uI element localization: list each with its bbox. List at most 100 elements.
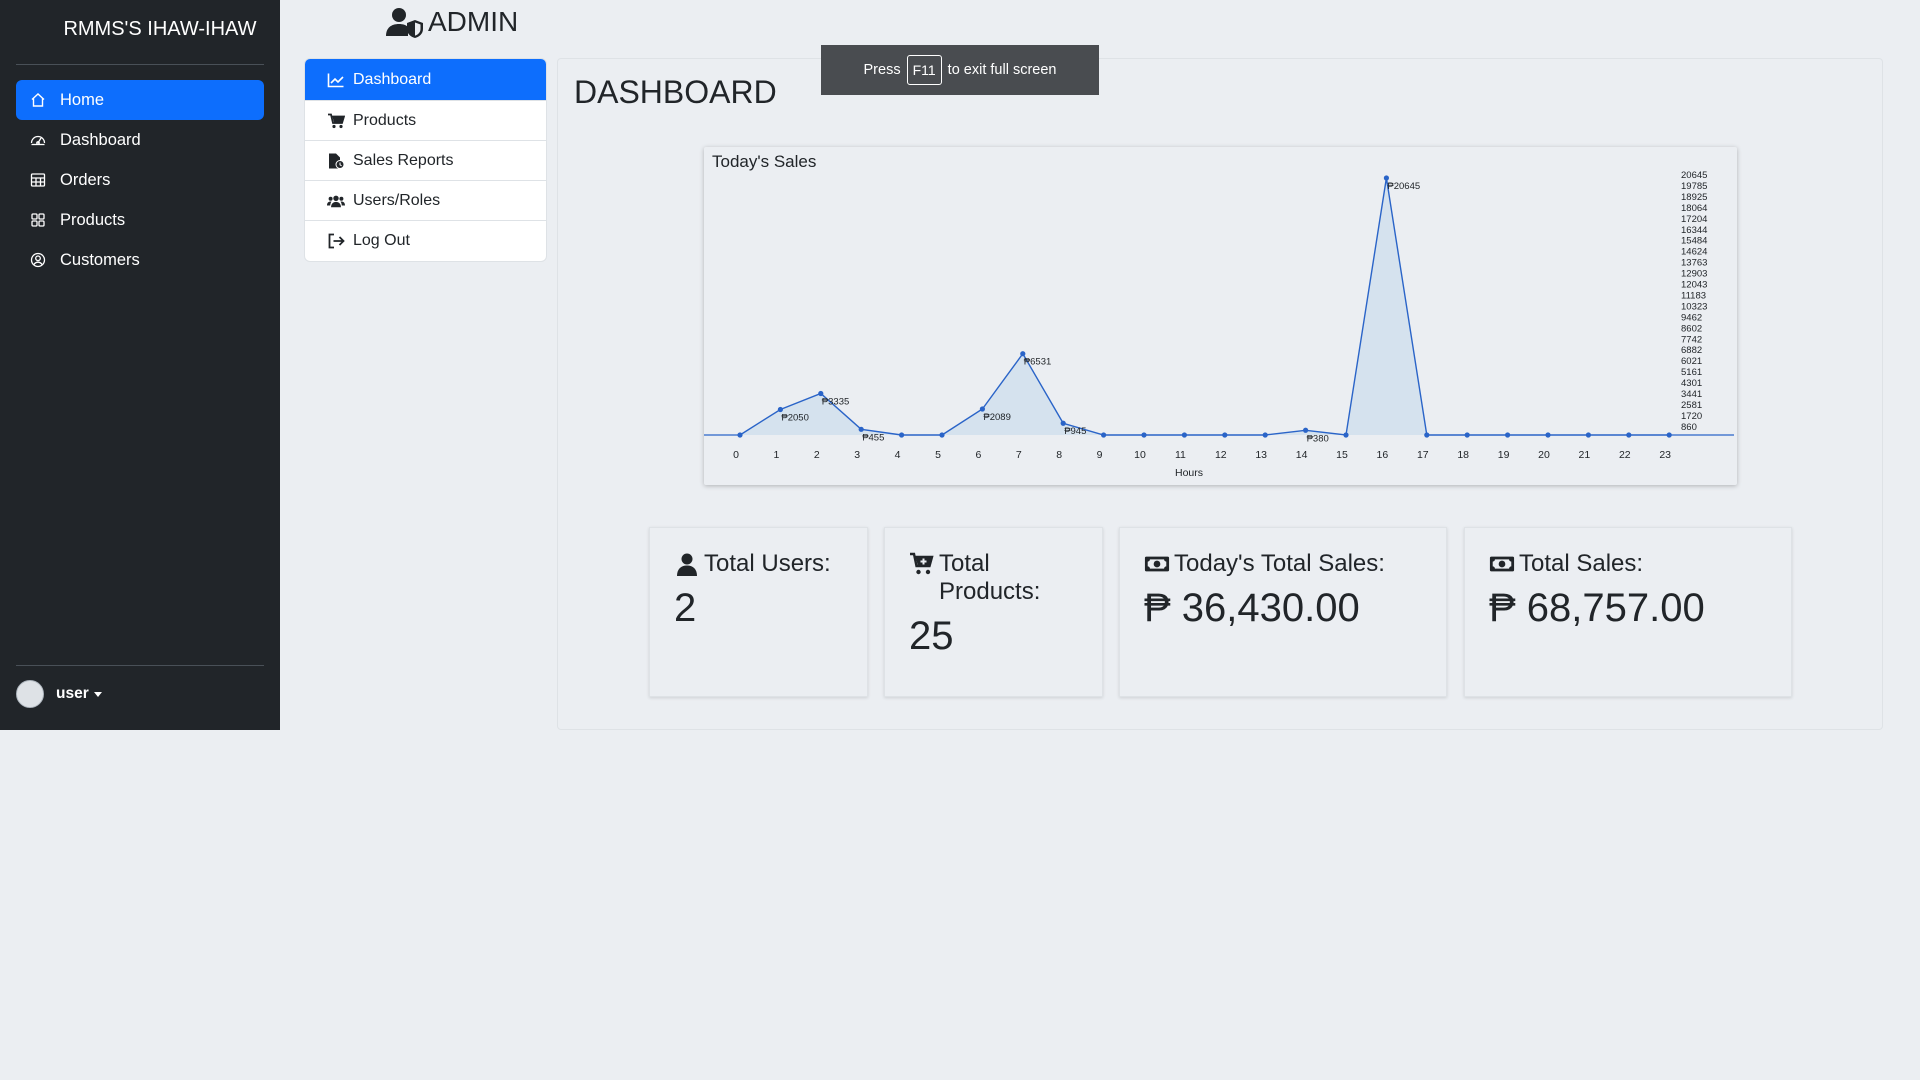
chart-y-tick-label: 18925 <box>1681 192 1707 203</box>
user-name: user <box>56 685 89 702</box>
brand-title[interactable]: RMMS'S IHAW-IHAW <box>0 18 280 41</box>
chart-point <box>1626 432 1632 438</box>
chart-y-tick-label: 16344 <box>1681 225 1707 236</box>
chart-y-tick-label: 860 <box>1681 422 1697 433</box>
chart-y-tick-label: 3441 <box>1681 389 1702 400</box>
chart-y-tick-label: 13763 <box>1681 258 1707 269</box>
chart-x-tick-label: 20 <box>1538 449 1550 461</box>
chart-x-tick-label: 23 <box>1659 449 1671 461</box>
chart-y-tick-label: 1720 <box>1681 411 1702 422</box>
chart-data-label: ₱3335 <box>822 396 849 407</box>
chart-data-label: ₱380 <box>1307 433 1329 444</box>
chart-point <box>1666 432 1672 438</box>
menu-item-dashboard[interactable]: Dashboard <box>305 59 546 101</box>
user-dropdown[interactable]: user <box>16 680 102 708</box>
caret-down-icon <box>93 691 102 697</box>
chart-point <box>1545 432 1551 438</box>
chart-x-tick-label: 19 <box>1498 449 1510 461</box>
chart-y-tick-label: 12043 <box>1681 280 1707 291</box>
stat-label: Total Products: <box>909 550 1078 606</box>
chart-y-tick-label: 9462 <box>1681 312 1702 323</box>
person-circle-icon <box>30 252 46 268</box>
chart-x-tick-label: 17 <box>1417 449 1429 461</box>
sidebar-item-label: Dashboard <box>60 130 141 149</box>
chart-x-tick-label: 7 <box>1016 449 1022 461</box>
chart-line-icon <box>327 73 344 87</box>
menu-item-label: Dashboard <box>353 70 432 88</box>
toast-rest-text: to exit full screen <box>947 62 1057 78</box>
stat-value: ₱ 68,757.00 <box>1489 586 1705 630</box>
chart-point <box>1222 432 1228 438</box>
chart-point <box>1505 432 1511 438</box>
chart-x-tick-label: 0 <box>733 449 739 461</box>
chart-point <box>1343 432 1349 438</box>
stat-value: 25 <box>909 614 954 658</box>
chart-x-tick-label: 5 <box>935 449 941 461</box>
chart-y-tick-label: 10323 <box>1681 301 1707 312</box>
grid-icon <box>31 213 45 227</box>
stat-label: Total Users: <box>674 550 843 578</box>
stat-label-text: Total Products: <box>939 550 1041 605</box>
chart-point <box>777 406 783 413</box>
menu-item-label: Sales Reports <box>353 151 454 169</box>
chart-point <box>1303 427 1309 433</box>
money-bill-icon <box>1489 556 1515 572</box>
menu-item-products[interactable]: Products <box>305 101 546 141</box>
sidebar-divider <box>16 665 264 666</box>
chart-x-tick-label: 9 <box>1097 449 1103 461</box>
chart-y-tick-label: 5161 <box>1681 367 1702 378</box>
chart-x-tick-label: 11 <box>1175 449 1186 461</box>
chart-canvas: ₱2050 ₱3335 ₱455 ₱2089 ₱6531 ₱945 ₱380 ₱20645 0 1… <box>704 170 1734 479</box>
stat-card-total-sales: Total Sales: ₱ 68,757.00 <box>1464 527 1792 697</box>
menu-item-log-out[interactable]: Log Out <box>305 221 546 261</box>
menu-item-users-roles[interactable]: Users/Roles <box>305 181 546 221</box>
chart-y-tick-label: 17204 <box>1681 214 1707 225</box>
house-icon <box>31 93 45 107</box>
sidebar-item-dashboard[interactable]: Dashboard <box>16 120 264 160</box>
sidebar-item-label: Home <box>60 90 105 109</box>
page-title: ADMIN <box>428 6 519 37</box>
sidebar-item-home[interactable]: Home <box>16 80 264 120</box>
chart-y-tick-label: 6021 <box>1681 356 1702 367</box>
chart-x-tick-label: 14 <box>1296 449 1308 461</box>
chart-y-tick-label: 11183 <box>1681 290 1706 301</box>
chart-x-tick-label: 6 <box>975 449 981 461</box>
chart-y-tick-label: 2581 <box>1681 400 1702 411</box>
chart-y-tick-label: 20645 <box>1681 170 1707 181</box>
sidebar-item-label: Orders <box>60 170 111 189</box>
speedometer-icon <box>30 135 46 146</box>
chart-data-label: ₱2050 <box>781 412 808 423</box>
sidebar-item-orders[interactable]: Orders <box>16 160 264 200</box>
chart-x-tick-label: 10 <box>1134 449 1146 461</box>
toast-key: F11 <box>906 55 942 85</box>
chart-x-tick-label: 3 <box>854 449 860 461</box>
menu-item-sales-reports[interactable]: Sales Reports <box>305 141 546 181</box>
fullscreen-toast: Press F11 to exit full screen <box>821 45 1099 95</box>
chart-x-tick-label: 13 <box>1255 449 1267 461</box>
sidebar-item-customers[interactable]: Customers <box>16 240 264 280</box>
chart-x-tick-label: 8 <box>1056 449 1062 461</box>
chart-y-tick-label: 18064 <box>1681 203 1707 214</box>
admin-menu: Dashboard Products Sales Reports Users/R… <box>304 58 547 262</box>
chart-point <box>1424 432 1430 438</box>
cart-icon <box>328 113 345 128</box>
stat-label: Today's Total Sales: <box>1144 550 1422 578</box>
chart-point <box>737 432 743 438</box>
chart-x-tick-label: 16 <box>1377 449 1389 461</box>
sales-chart: ₱2050 ₱3335 ₱455 ₱2089 ₱6531 ₱945 ₱380 ₱20645 0 1… <box>704 147 1737 485</box>
chart-x-tick-label: 18 <box>1457 449 1469 461</box>
avatar <box>16 680 44 708</box>
chart-point <box>979 406 985 412</box>
stat-label-text: Total Users: <box>704 550 831 577</box>
users-icon <box>327 195 345 207</box>
chart-data-label: ₱945 <box>1064 426 1086 437</box>
sidebar-nav: Home Dashboard Orders Products Customers <box>16 80 264 280</box>
chart-x-tick-label: 15 <box>1336 449 1348 461</box>
table-icon <box>30 173 46 187</box>
chart-point <box>1020 351 1026 357</box>
chart-point <box>858 426 864 432</box>
chart-y-tick-label: 7742 <box>1681 334 1702 345</box>
sidebar-item-products[interactable]: Products <box>16 200 264 240</box>
sidebar-item-label: Products <box>60 210 126 229</box>
chart-x-tick-label: 1 <box>773 449 779 461</box>
